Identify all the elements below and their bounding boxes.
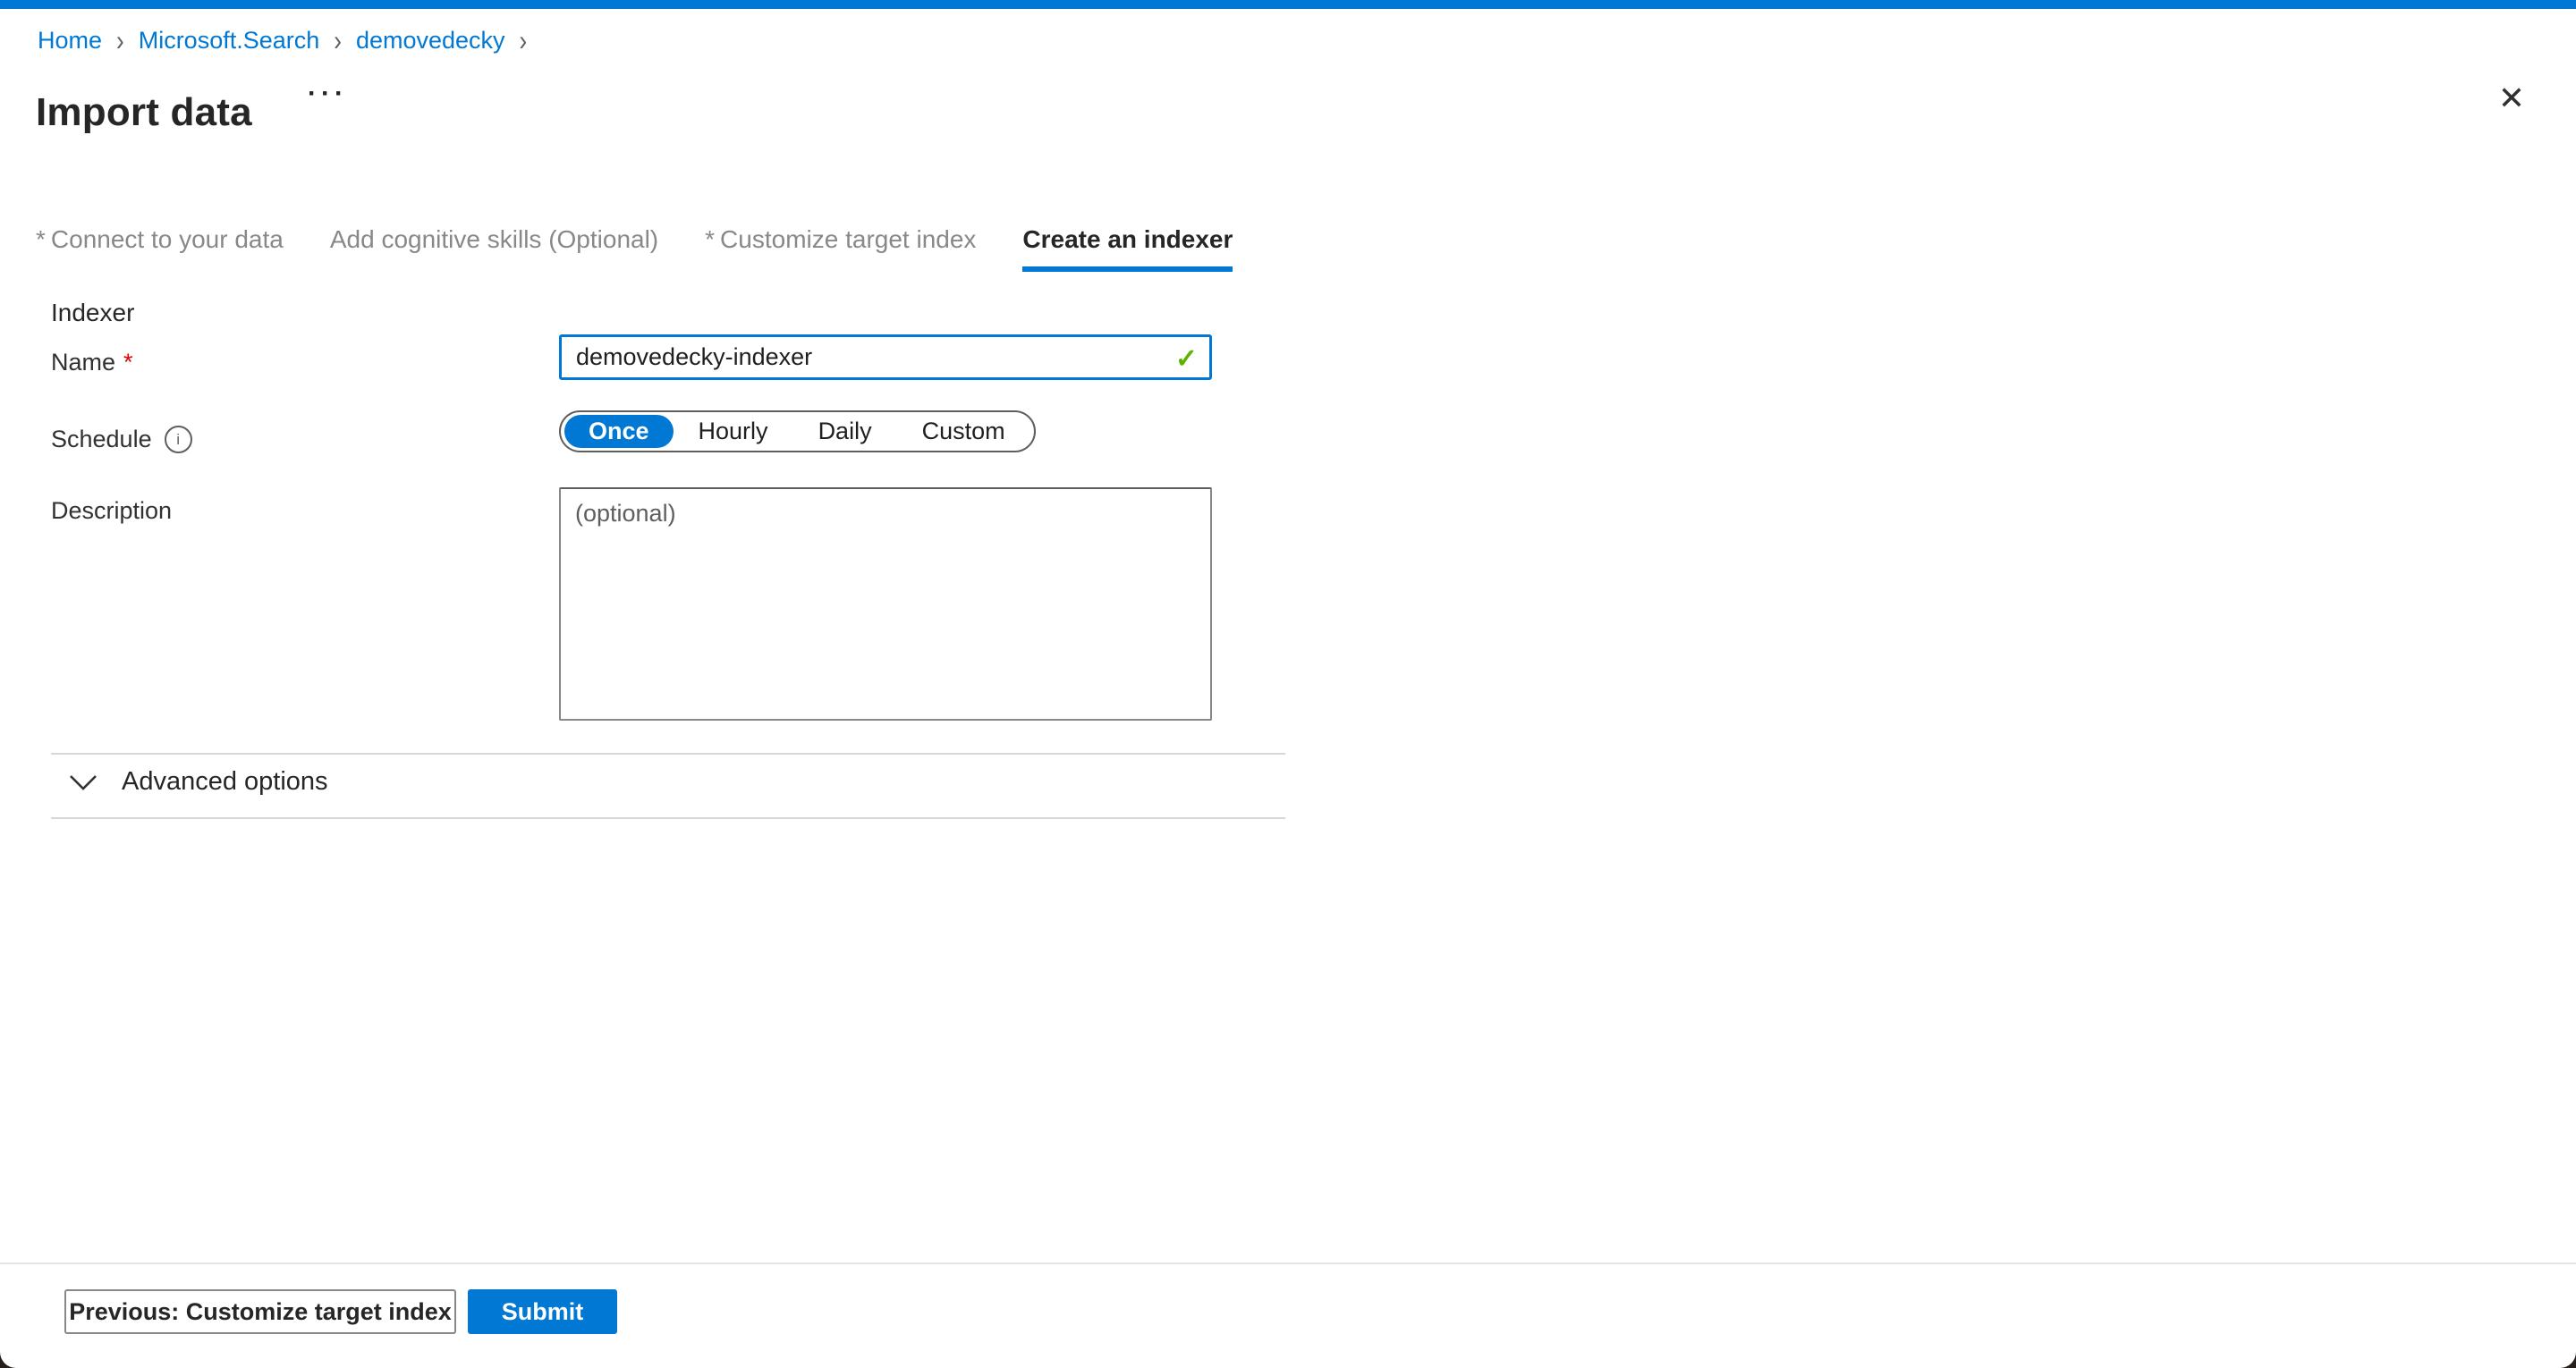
required-marker: * <box>36 225 46 253</box>
tab-create-an-indexer[interactable]: Create an indexer <box>1022 225 1233 272</box>
breadcrumb-demovedecky[interactable]: demovedecky <box>356 27 505 55</box>
breadcrumb: Home › Microsoft.Search › demovedecky › <box>38 27 541 55</box>
schedule-option-once[interactable]: Once <box>564 415 674 448</box>
page-title: Import data <box>36 90 252 135</box>
schedule-option-custom[interactable]: Custom <box>897 415 1030 448</box>
description-textarea[interactable] <box>559 487 1212 721</box>
name-label: Name* <box>51 349 133 376</box>
tab-label: Create an indexer <box>1022 225 1233 253</box>
indexer-section-heading: Indexer <box>51 299 134 327</box>
breadcrumb-separator-icon: › <box>334 23 342 58</box>
required-marker: * <box>705 225 715 253</box>
import-data-dialog: Home › Microsoft.Search › demovedecky › … <box>0 0 2576 1368</box>
required-marker: * <box>123 349 133 376</box>
more-options-icon[interactable]: ··· <box>308 79 348 109</box>
breadcrumb-separator-icon: › <box>116 23 124 58</box>
top-accent-bar <box>0 0 2576 9</box>
info-icon[interactable]: i <box>165 426 192 453</box>
schedule-option-daily[interactable]: Daily <box>793 415 897 448</box>
indexer-name-input[interactable] <box>559 334 1212 380</box>
breadcrumb-separator-icon: › <box>520 23 528 58</box>
schedule-option-hourly[interactable]: Hourly <box>674 415 793 448</box>
chevron-down-icon <box>68 773 98 792</box>
tab-add-cognitive-skills[interactable]: Add cognitive skills (Optional) <box>330 225 658 266</box>
wizard-tabs: *Connect to your data Add cognitive skil… <box>36 225 1233 272</box>
name-field-wrapper: ✓ <box>559 334 1212 380</box>
advanced-options-toggle[interactable]: Advanced options <box>68 767 328 797</box>
tab-label: Customize target index <box>720 225 976 253</box>
previous-step-button[interactable]: Previous: Customize target index <box>64 1289 456 1334</box>
divider <box>51 753 1285 755</box>
breadcrumb-microsoft-search[interactable]: Microsoft.Search <box>139 27 320 55</box>
tab-label: Add cognitive skills (Optional) <box>330 225 658 253</box>
tab-label: Connect to your data <box>51 225 284 253</box>
submit-button[interactable]: Submit <box>468 1289 617 1334</box>
schedule-label: Schedule i <box>51 426 192 453</box>
description-label: Description <box>51 497 172 525</box>
divider <box>51 817 1285 819</box>
tab-customize-target-index[interactable]: *Customize target index <box>705 225 976 266</box>
breadcrumb-home[interactable]: Home <box>38 27 102 55</box>
schedule-segmented-control: Once Hourly Daily Custom <box>559 410 1036 452</box>
close-icon[interactable]: ✕ <box>2490 77 2533 120</box>
footer-divider <box>0 1262 2576 1264</box>
tab-connect-to-your-data[interactable]: *Connect to your data <box>36 225 284 266</box>
advanced-options-label: Advanced options <box>122 767 328 797</box>
